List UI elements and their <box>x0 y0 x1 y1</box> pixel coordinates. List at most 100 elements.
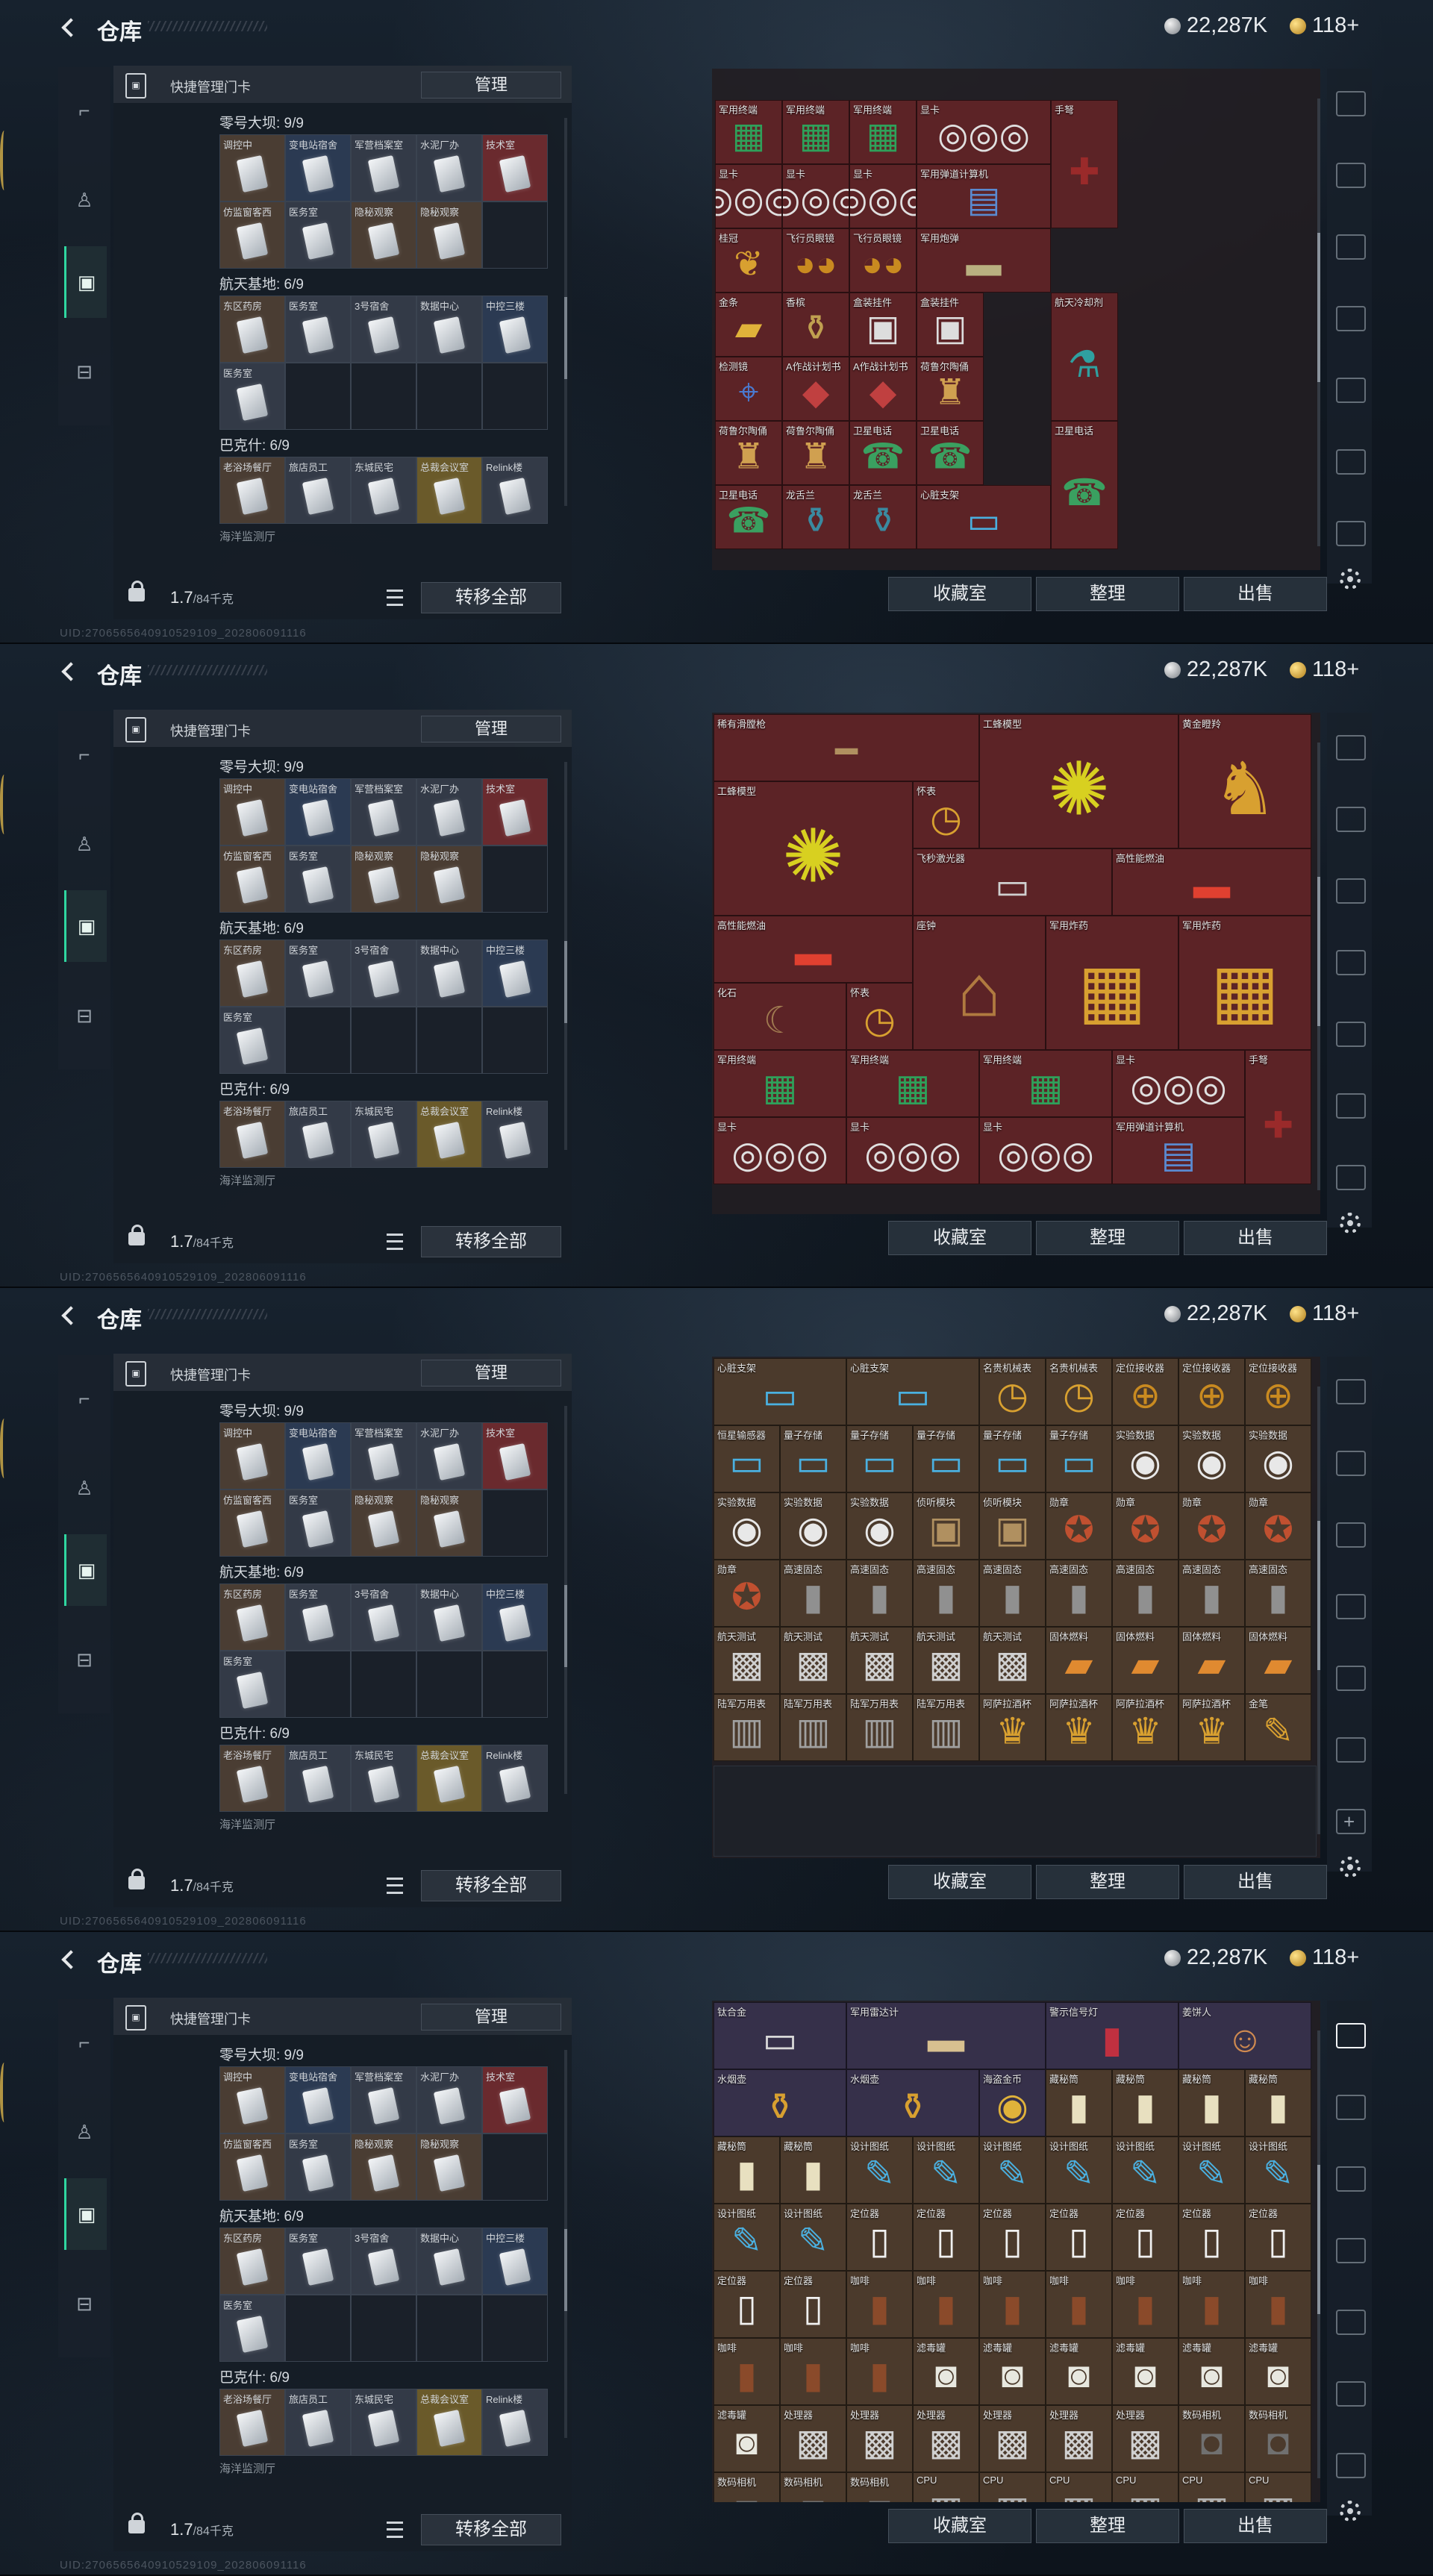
inventory-item[interactable]: 滤毒罐 ◙ <box>1046 2338 1112 2405</box>
inventory-item[interactable]: 飞行员眼镜 ◕◕ <box>782 228 849 293</box>
inventory-item[interactable]: 水烟壶 ⚱ <box>846 2069 979 2136</box>
keycard-slot[interactable]: 中控三楼 <box>482 296 548 363</box>
inventory-item[interactable]: 军用终端 ▦ <box>849 100 917 164</box>
inventory-item[interactable]: 定位接收器 ⊕ <box>1112 1358 1178 1425</box>
inventory-item[interactable]: 显卡◎◎◎ <box>715 164 782 228</box>
briefcase-icon[interactable]: ⊟ <box>64 2268 104 2339</box>
inventory-item[interactable]: 定位接收器 ⊕ <box>1178 1358 1245 1425</box>
storage-tab-icon[interactable] <box>1336 1451 1366 1476</box>
keycard-slot[interactable]: 仿监窗客西 <box>219 845 285 913</box>
inventory-item[interactable]: 设计图纸 ✎ <box>1046 2136 1112 2204</box>
briefcase-icon[interactable]: ⊟ <box>64 1624 104 1695</box>
keycard-slot[interactable]: 医务室 <box>285 845 351 913</box>
keycard-slot[interactable]: 东城民宅 <box>351 1745 416 1812</box>
inventory-item[interactable]: 定位器 ▯ <box>1112 2204 1178 2271</box>
inventory-item[interactable]: 定位器 ▯ <box>979 2204 1046 2271</box>
keycard-slot[interactable]: 中控三楼 <box>482 940 548 1007</box>
inventory-item[interactable]: 量子存储 ▭ <box>913 1425 979 1492</box>
keycard-slot[interactable]: 旅店员工 <box>285 1745 351 1812</box>
storage-tab-icon[interactable] <box>1336 91 1366 116</box>
inventory-item[interactable]: 卫星电话 ☎ <box>715 485 782 549</box>
inventory-item[interactable]: 手弩 ✚ <box>1051 100 1118 228</box>
inventory-item[interactable]: 飞行员眼镜 ◕◕ <box>849 228 917 293</box>
keycard-list[interactable]: 零号大坝: 9/9 调控中 变电站宿舍 军营档案室 水泥厂办 技术室 仿监窗客西 医务室 隐秘观… <box>113 103 572 566</box>
inventory-item[interactable]: 海盗金币 ◉ <box>979 2069 1046 2136</box>
keycard-slot[interactable]: 仿监窗客西 <box>219 2133 285 2201</box>
sell-button[interactable]: 出售 <box>1184 1221 1327 1255</box>
keycard-slot[interactable]: 变电站宿舍 <box>285 1422 351 1489</box>
inventory-item[interactable]: 处理器 ▩ <box>1112 2405 1178 2472</box>
inventory-item[interactable]: 实验数据 ◉ <box>1245 1425 1311 1492</box>
inventory-item[interactable]: 咖啡 ▮ <box>714 2338 780 2405</box>
keycard-slot[interactable]: 医务室 <box>219 363 285 430</box>
inventory-item[interactable]: 卫星电话 ☎ <box>1051 421 1118 549</box>
storage-tab-icon[interactable] <box>1336 2238 1366 2263</box>
inventory-item[interactable]: 军用终端 ▦ <box>979 1050 1112 1117</box>
inventory-item[interactable]: 龙舌兰 ⚱ <box>782 485 849 549</box>
sort-button[interactable]: 整理 <box>1036 577 1179 611</box>
storage-tab-icon[interactable] <box>1336 1165 1366 1190</box>
inventory-item[interactable]: 陆军万用表 ▥ <box>714 1694 780 1761</box>
keycard-slot[interactable]: 隐秘观察 <box>351 2133 416 2201</box>
keycard-slot[interactable]: 水泥厂办 <box>416 2066 482 2133</box>
keycard-scrollbar[interactable] <box>564 118 567 506</box>
keycard-slot[interactable]: 水泥厂办 <box>416 1422 482 1489</box>
keycard-slot[interactable]: Relink楼 <box>482 1745 548 1812</box>
inventory-item[interactable]: 藏秘筒 ▮ <box>714 2136 780 2204</box>
settings-gear-icon[interactable] <box>1340 569 1361 590</box>
manage-button[interactable]: 管理 <box>421 2004 561 2031</box>
keycard-slot[interactable]: 医务室 <box>285 1584 351 1651</box>
keycard-slot[interactable]: 中控三楼 <box>482 2228 548 2295</box>
list-icon[interactable] <box>387 1234 403 1250</box>
inventory-item[interactable]: 侦听模块 ▣ <box>979 1492 1046 1560</box>
empty-keycard-slot[interactable] <box>285 1651 351 1718</box>
keycard-slot[interactable]: 3号宿舍 <box>351 1584 416 1651</box>
warehouse-grid[interactable]: 钛合金 ▭ 军用雷达计 ▬ 警示信号灯 ▮ 姜饼人 ☺ 水烟壶 ⚱ 水烟壶 ⚱ 海盗金币 ◉ 藏秘筒 ▮ 藏秘筒… <box>712 2001 1320 2502</box>
add-storage-icon[interactable]: + <box>1343 1810 1355 1833</box>
inventory-item[interactable]: 卫星电话 ☎ <box>849 421 917 485</box>
inventory-item[interactable]: 座钟 ⌂ <box>913 916 1046 1050</box>
inventory-item[interactable]: 量子存储 ▭ <box>780 1425 846 1492</box>
empty-keycard-slot[interactable] <box>482 845 548 913</box>
empty-keycard-slot[interactable] <box>285 363 351 430</box>
inventory-item[interactable]: 侦听模块 ▣ <box>913 1492 979 1560</box>
inventory-item[interactable]: 军用炮弹 ▬ <box>917 228 1051 293</box>
storage-tab-icon[interactable] <box>1336 2023 1366 2048</box>
empty-keycard-slot[interactable] <box>285 2295 351 2362</box>
keycard-slot[interactable]: 数据中心 <box>416 2228 482 2295</box>
inventory-item[interactable]: 数码相机◘ <box>1178 2405 1245 2472</box>
inventory-item[interactable]: 定位器 ▯ <box>1046 2204 1112 2271</box>
empty-keycard-slot[interactable] <box>351 1651 416 1718</box>
inventory-item[interactable]: 定位器 ▯ <box>1245 2204 1311 2271</box>
inventory-item[interactable]: 定位器 ▯ <box>1178 2204 1245 2271</box>
inventory-item[interactable]: 定位接收器 ⊕ <box>1245 1358 1311 1425</box>
helmet-icon[interactable]: ♙ <box>64 164 104 236</box>
inventory-item[interactable]: 设计图纸 ✎ <box>913 2136 979 2204</box>
inventory-item[interactable]: 设计图纸 ✎ <box>714 2204 780 2271</box>
inventory-item[interactable]: 金条 ▰ <box>715 293 782 357</box>
briefcase-icon[interactable]: ⊟ <box>64 980 104 1051</box>
inventory-item[interactable]: 显卡◎◎◎ <box>849 164 917 228</box>
settings-gear-icon[interactable] <box>1340 2501 1361 2522</box>
keycard-slot[interactable]: 仿监窗客西 <box>219 201 285 269</box>
keycard-slot[interactable]: 医务室 <box>285 201 351 269</box>
gun-icon[interactable]: ⌐ <box>64 1363 104 1434</box>
inventory-item[interactable]: 军用炸药 ▦ <box>1178 916 1311 1050</box>
inventory-item[interactable]: 勋章 ✪ <box>1178 1492 1245 1560</box>
keycard-slot[interactable]: 隐秘观察 <box>416 2133 482 2201</box>
inventory-item[interactable]: 检测镜 ⌖ <box>715 357 782 421</box>
keycard-slot[interactable]: 医务室 <box>285 1489 351 1557</box>
inventory-item[interactable]: CPU ▩ <box>913 2472 979 2502</box>
keycard-tab-icon[interactable]: ▣ <box>64 2178 107 2250</box>
inventory-item[interactable]: 数码相机◘ <box>780 2472 846 2502</box>
inventory-item[interactable]: 陆军万用表 ▥ <box>913 1694 979 1761</box>
keycard-slot[interactable]: 变电站宿舍 <box>285 778 351 845</box>
keycard-slot[interactable]: 军营档案室 <box>351 1422 416 1489</box>
back-arrow-icon[interactable] <box>58 1947 82 1971</box>
inventory-item[interactable]: 高速固态 ▮ <box>846 1560 913 1627</box>
inventory-item[interactable]: 阿萨拉酒杯 ♛ <box>1046 1694 1112 1761</box>
inventory-item[interactable]: 勋章 ✪ <box>714 1560 780 1627</box>
inventory-item[interactable]: 怀表 ◷ <box>913 781 979 848</box>
inventory-item[interactable]: 咖啡 ▮ <box>1046 2271 1112 2338</box>
inventory-item[interactable]: 心脏支架 ▭ <box>714 1358 846 1425</box>
